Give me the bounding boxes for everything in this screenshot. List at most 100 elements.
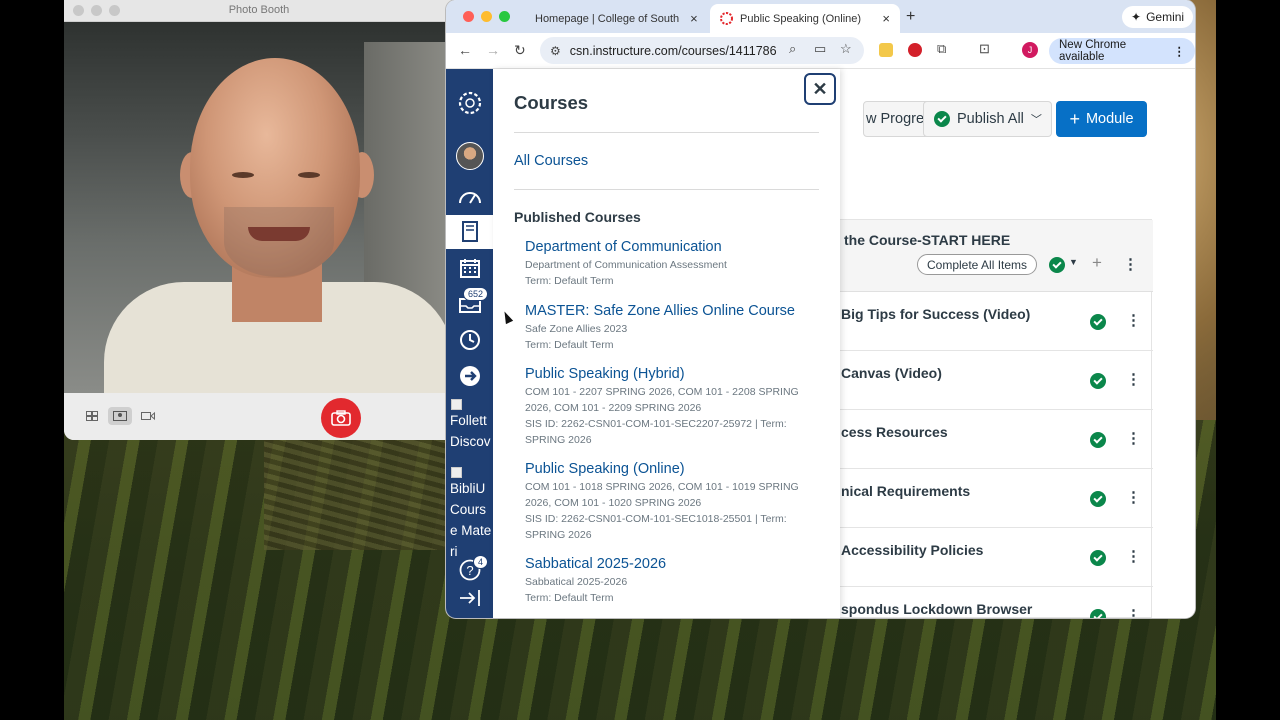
close-tab-icon[interactable]: × — [882, 11, 890, 26]
update-chrome-button[interactable]: New Chrome available ⋮ — [1049, 38, 1195, 64]
extension-shield-icon[interactable] — [908, 43, 922, 57]
published-check-icon[interactable] — [1090, 314, 1106, 330]
module-header[interactable]: the Course-START HERE Complete All Items… — [834, 220, 1153, 292]
video-icon[interactable] — [136, 407, 160, 425]
minimize-window-button[interactable] — [481, 11, 492, 22]
svg-text:?: ? — [466, 563, 473, 578]
add-item-icon[interactable]: + — [1092, 253, 1102, 273]
module-item[interactable]: cess Resources ⋮ — [834, 410, 1153, 469]
close-window-button[interactable] — [463, 11, 474, 22]
module-item[interactable]: spondus Lockdown Browser ⋮ — [834, 587, 1153, 618]
all-courses-link[interactable]: All Courses — [514, 153, 588, 169]
module-item[interactable]: nical Requirements ⋮ — [834, 469, 1153, 528]
course-sis-id: SIS ID: 2262-CSN01-COM-101-SEC1018-25501… — [525, 513, 787, 525]
forward-icon[interactable]: → — [486, 42, 500, 58]
zoom-window-button[interactable] — [499, 11, 510, 22]
history-icon[interactable] — [446, 323, 493, 357]
close-tab-icon[interactable]: × — [690, 11, 698, 26]
url-text: csn.instructure.com/courses/1411786 — [569, 43, 777, 58]
course-term: Term: Default Term — [525, 339, 614, 351]
new-tab-icon[interactable]: + — [906, 8, 915, 26]
course-link[interactable]: MASTER: Safe Zone Allies Online Course — [525, 301, 815, 321]
module-item[interactable]: Accessibility Policies ⋮ — [834, 528, 1153, 587]
take-photo-button[interactable] — [321, 398, 361, 438]
course-list-item: Public Speaking (Online) COM 101 - 1018 … — [525, 459, 815, 543]
published-check-icon[interactable] — [1090, 432, 1106, 448]
photo-booth-titlebar: Photo Booth — [64, 0, 454, 22]
published-check-icon[interactable] — [1090, 609, 1106, 618]
bibliu-alt-text: BibliU Course Materi — [450, 481, 492, 559]
item-menu-icon[interactable]: ⋮ — [1126, 490, 1141, 505]
module-item[interactable]: Big Tips for Success (Video) ⋮ — [834, 292, 1153, 351]
course-list-item: Sabbatical 2025-2026 Sabbatical 2025-202… — [525, 554, 815, 606]
module-item-title[interactable]: spondus Lockdown Browser — [841, 601, 1032, 617]
item-menu-icon[interactable]: ⋮ — [1126, 313, 1141, 328]
module-item-title[interactable]: nical Requirements — [841, 483, 970, 499]
divider — [514, 189, 819, 190]
complete-all-items-button[interactable]: Complete All Items — [917, 254, 1038, 275]
browser-toolbar: ← → ↻ ⚙ csn.instructure.com/courses/1411… — [446, 33, 1195, 69]
person-mouth — [248, 227, 310, 241]
published-check-icon[interactable] — [1090, 491, 1106, 507]
bookmark-star-icon[interactable]: ☆ — [840, 41, 852, 57]
single-photo-icon[interactable] — [108, 407, 132, 425]
gemini-button[interactable]: ✦ Gemini — [1122, 6, 1194, 28]
item-menu-icon[interactable]: ⋮ — [1126, 608, 1141, 618]
help-badge: 4 — [473, 555, 489, 569]
profile-avatar[interactable]: J — [1022, 42, 1038, 58]
grid-icon[interactable] — [80, 407, 104, 425]
course-list-item: Department of Communication Department o… — [525, 237, 815, 289]
course-link[interactable]: Public Speaking (Hybrid) — [525, 364, 815, 384]
photo-booth-window: Photo Booth — [64, 0, 454, 440]
install-app-icon[interactable]: ▭ — [814, 41, 826, 57]
published-courses-heading: Published Courses — [514, 209, 641, 225]
item-menu-icon[interactable]: ⋮ — [1126, 431, 1141, 446]
item-menu-icon[interactable]: ⋮ — [1126, 549, 1141, 564]
course-link[interactable]: Public Speaking (Online) — [525, 459, 815, 479]
tab-homepage[interactable]: Homepage | College of South × — [518, 4, 704, 33]
caret-down-icon[interactable]: ▼ — [1069, 257, 1078, 267]
published-check-icon[interactable] — [1090, 373, 1106, 389]
dashboard-icon[interactable] — [446, 179, 493, 213]
module-item[interactable]: Canvas (Video) ⋮ — [834, 351, 1153, 410]
module-published-icon[interactable] — [1049, 257, 1065, 273]
bibliu-course-materials-link[interactable]: BibliU Course Materi — [450, 467, 493, 562]
canvas-logo-icon[interactable] — [446, 85, 493, 121]
course-link[interactable]: Sabbatical 2025-2026 — [525, 554, 815, 574]
zoom-icon[interactable]: ⌕ — [789, 41, 796, 57]
calendar-icon[interactable] — [446, 251, 493, 285]
extension-chat-icon[interactable] — [879, 43, 893, 57]
collapse-nav-icon[interactable] — [446, 585, 493, 611]
tab-public-speaking[interactable]: Public Speaking (Online) × — [710, 4, 900, 33]
module-item-title[interactable]: Big Tips for Success (Video) — [841, 306, 1030, 322]
screen: Photo Booth Homepage | College of South … — [0, 0, 1280, 720]
add-module-button[interactable]: + Module — [1056, 101, 1147, 137]
course-list-item: Public Speaking (Hybrid) COM 101 - 2207 … — [525, 364, 815, 448]
more-menu-icon[interactable]: ⋮ — [1174, 44, 1186, 58]
publish-all-button[interactable]: Publish All ﹀ — [923, 101, 1052, 137]
tab-search-icon[interactable]: ⊡ — [979, 41, 990, 57]
item-menu-icon[interactable]: ⋮ — [1126, 372, 1141, 387]
commons-icon[interactable] — [446, 359, 493, 393]
person-beard — [224, 207, 334, 277]
close-tray-button[interactable]: ✕ — [804, 73, 836, 105]
tab-title: Homepage | College of South — [535, 12, 680, 25]
reload-icon[interactable]: ↻ — [514, 42, 526, 59]
course-link[interactable]: Department of Communication — [525, 237, 815, 257]
photo-booth-toolbar — [64, 393, 454, 440]
back-icon[interactable]: ← — [458, 42, 472, 58]
module-menu-icon[interactable]: ⋮ — [1123, 257, 1138, 272]
courses-icon[interactable] — [446, 215, 493, 249]
extensions-puzzle-icon[interactable]: ⧉ — [937, 41, 946, 57]
module-item-title[interactable]: Canvas (Video) — [841, 365, 942, 381]
letterbox-left — [0, 0, 64, 720]
site-settings-icon[interactable]: ⚙ — [550, 44, 561, 58]
course-meta: Sabbatical 2025-2026 — [525, 576, 628, 588]
broken-image-icon — [451, 467, 462, 478]
follett-discover-link[interactable]: Follett Discov — [450, 399, 493, 452]
module-item-title[interactable]: Accessibility Policies — [841, 542, 983, 558]
published-check-icon[interactable] — [1090, 550, 1106, 566]
account-avatar[interactable] — [446, 139, 493, 173]
module-item-title[interactable]: cess Resources — [841, 424, 948, 440]
person-eyes — [224, 172, 334, 180]
